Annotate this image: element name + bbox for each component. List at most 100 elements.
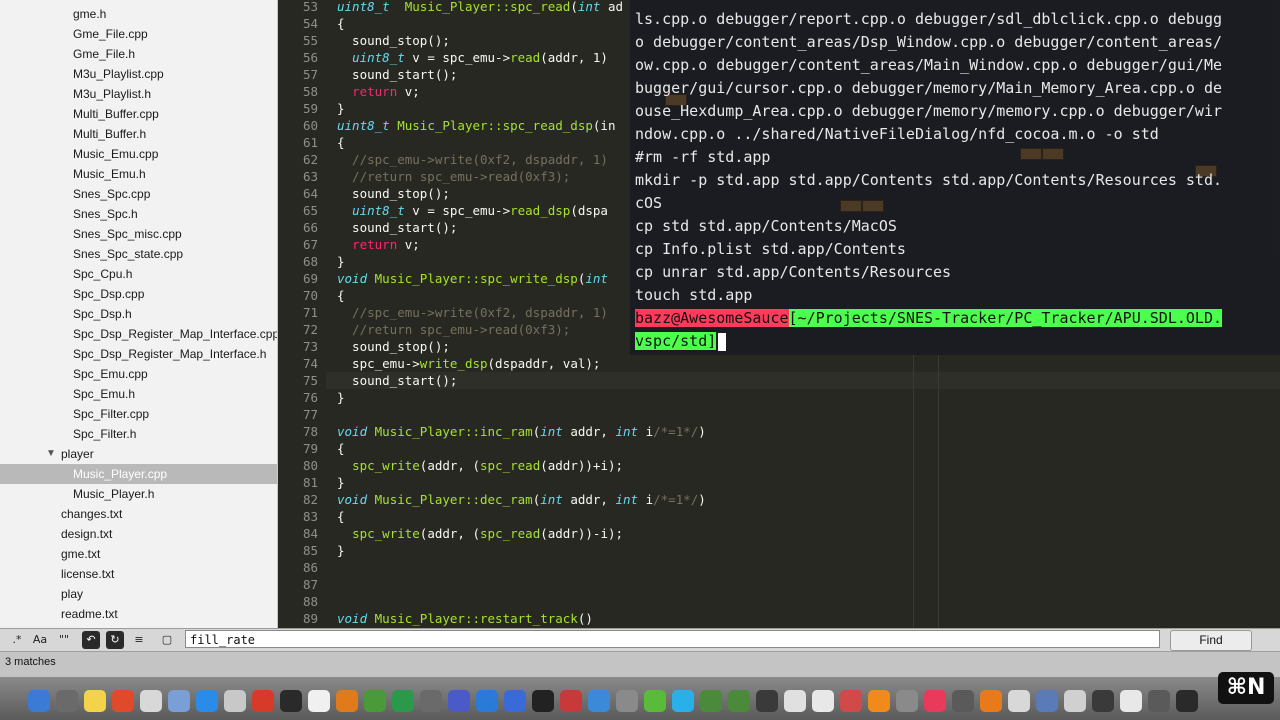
dock-app-icon[interactable] <box>1036 690 1058 712</box>
code-line[interactable]: spc_write(addr, (spc_read(addr))+i); <box>337 457 623 474</box>
dock-app-icon[interactable] <box>756 690 778 712</box>
sidebar-file[interactable]: design.txt <box>0 524 277 544</box>
dock-app-icon[interactable] <box>196 690 218 712</box>
code-line[interactable]: return v; <box>337 83 420 100</box>
regex-toggle[interactable]: .* <box>8 631 26 649</box>
code-line[interactable]: //return spc_emu->read(0xf3); <box>337 168 570 185</box>
find-button[interactable]: Find <box>1170 630 1252 651</box>
code-line[interactable]: void Music_Player::dec_ram(int addr, int… <box>337 491 706 508</box>
dock-app-icon[interactable] <box>784 690 806 712</box>
dock-app-icon[interactable] <box>280 690 302 712</box>
code-line[interactable]: } <box>337 100 345 117</box>
dock-app-icon[interactable] <box>476 690 498 712</box>
sidebar-file[interactable]: Spc_Emu.h <box>0 384 277 404</box>
code-line[interactable]: { <box>337 440 345 457</box>
dock-app-icon[interactable] <box>560 690 582 712</box>
dock-app-icon[interactable] <box>588 690 610 712</box>
dock-app-icon[interactable] <box>812 690 834 712</box>
code-line[interactable]: return v; <box>337 236 420 253</box>
dock-app-icon[interactable] <box>700 690 722 712</box>
code-line[interactable]: spc_emu->write_dsp(dspaddr, val); <box>337 355 600 372</box>
dock-app-icon[interactable] <box>728 690 750 712</box>
sidebar-folder[interactable]: ▼ player <box>0 444 277 464</box>
code-line[interactable]: { <box>337 508 345 525</box>
dock-app-icon[interactable] <box>532 690 554 712</box>
sidebar-file[interactable]: changes.txt <box>0 504 277 524</box>
sidebar-file[interactable]: Spc_Emu.cpp <box>0 364 277 384</box>
dock-app-icon[interactable] <box>56 690 78 712</box>
code-line[interactable]: void Music_Player::spc_write_dsp(int <box>337 270 608 287</box>
code-line[interactable]: } <box>337 542 345 559</box>
sidebar-file[interactable]: Music_Emu.h <box>0 164 277 184</box>
code-line[interactable]: } <box>337 389 345 406</box>
code-line[interactable]: } <box>337 253 345 270</box>
dock-app-icon[interactable] <box>952 690 974 712</box>
disclosure-triangle-icon[interactable]: ▼ <box>46 444 56 464</box>
sidebar-file[interactable]: Snes_Spc_misc.cpp <box>0 224 277 244</box>
whole-word-toggle[interactable]: "" <box>54 631 74 649</box>
dock-app-icon[interactable] <box>1092 690 1114 712</box>
dock-app-icon[interactable] <box>140 690 162 712</box>
sidebar-file[interactable]: gme.txt <box>0 544 277 564</box>
toggle-panel-icon[interactable]: ▢ <box>158 631 176 649</box>
sidebar-file[interactable]: gme.h <box>0 4 277 24</box>
code-line[interactable]: sound_stop(); <box>337 185 450 202</box>
dock-app-icon[interactable] <box>616 690 638 712</box>
code-line[interactable]: sound_start(); <box>337 372 457 389</box>
code-line[interactable]: void Music_Player::restart_track() <box>337 610 593 627</box>
dock-app-icon[interactable] <box>448 690 470 712</box>
wrap-icon[interactable]: ↶ <box>82 631 100 649</box>
sidebar-file[interactable]: M3u_Playlist.h <box>0 84 277 104</box>
code-line[interactable]: //return spc_emu->read(0xf3); <box>337 321 570 338</box>
case-toggle[interactable]: Aa <box>30 631 50 649</box>
dock-app-icon[interactable] <box>840 690 862 712</box>
sidebar-file[interactable]: Spc_Dsp_Register_Map_Interface.cpp <box>0 324 277 344</box>
sidebar-file[interactable]: Spc_Dsp.h <box>0 304 277 324</box>
code-line[interactable]: sound_start(); <box>337 219 457 236</box>
dock-app-icon[interactable] <box>84 690 106 712</box>
code-line[interactable]: spc_write(addr, (spc_read(addr))-i); <box>337 525 623 542</box>
dock-app-icon[interactable] <box>308 690 330 712</box>
dock-app-icon[interactable] <box>896 690 918 712</box>
dock-app-icon[interactable] <box>1148 690 1170 712</box>
dock-app-icon[interactable] <box>364 690 386 712</box>
sidebar-file[interactable]: Gme_File.h <box>0 44 277 64</box>
dock-app-icon[interactable] <box>504 690 526 712</box>
code-line[interactable]: //spc_emu->write(0xf2, dspaddr, 1) <box>337 304 608 321</box>
code-line[interactable]: { <box>337 134 345 151</box>
code-line[interactable]: } <box>337 474 345 491</box>
sidebar-file[interactable]: Spc_Filter.h <box>0 424 277 444</box>
sidebar-file[interactable]: Music_Emu.cpp <box>0 144 277 164</box>
sidebar-file[interactable]: Spc_Dsp_Register_Map_Interface.h <box>0 344 277 364</box>
code-line[interactable]: { <box>337 15 345 32</box>
dock-app-icon[interactable] <box>1008 690 1030 712</box>
code-line[interactable]: { <box>337 287 345 304</box>
dock-app-icon[interactable] <box>252 690 274 712</box>
dock-app-icon[interactable] <box>1176 690 1198 712</box>
dock-app-icon[interactable] <box>112 690 134 712</box>
sidebar-file[interactable]: Spc_Cpu.h <box>0 264 277 284</box>
sidebar-file[interactable]: Spc_Filter.cpp <box>0 404 277 424</box>
sidebar-file[interactable]: license.txt <box>0 564 277 584</box>
dock-app-icon[interactable] <box>1120 690 1142 712</box>
sidebar-file[interactable]: Multi_Buffer.cpp <box>0 104 277 124</box>
dock-app-icon[interactable] <box>980 690 1002 712</box>
sidebar-file[interactable]: Spc_Dsp.cpp <box>0 284 277 304</box>
sidebar-file[interactable]: Snes_Spc.h <box>0 204 277 224</box>
dock-app-icon[interactable] <box>392 690 414 712</box>
terminal-window[interactable]: ls.cpp.o debugger/report.cpp.o debugger/… <box>630 0 1280 355</box>
dock-app-icon[interactable] <box>924 690 946 712</box>
code-line[interactable]: sound_start(); <box>337 66 457 83</box>
sidebar-file[interactable]: Snes_Spc_state.cpp <box>0 244 277 264</box>
code-line[interactable]: sound_stop(); <box>337 32 450 49</box>
sidebar-file[interactable]: Gme_File.cpp <box>0 24 277 44</box>
code-line[interactable]: sound_stop(); <box>337 338 450 355</box>
code-line[interactable]: uint8_t v = spc_emu->read(addr, 1) <box>337 49 608 66</box>
sidebar-file[interactable]: Music_Player.cpp <box>0 464 277 484</box>
code-line[interactable]: uint8_t Music_Player::spc_read_dsp(in <box>337 117 615 134</box>
sidebar-file[interactable]: Snes_Spc.cpp <box>0 184 277 204</box>
dock-app-icon[interactable] <box>672 690 694 712</box>
dock-app-icon[interactable] <box>168 690 190 712</box>
code-line[interactable]: void Music_Player::inc_ram(int addr, int… <box>337 423 706 440</box>
dock-app-icon[interactable] <box>1064 690 1086 712</box>
